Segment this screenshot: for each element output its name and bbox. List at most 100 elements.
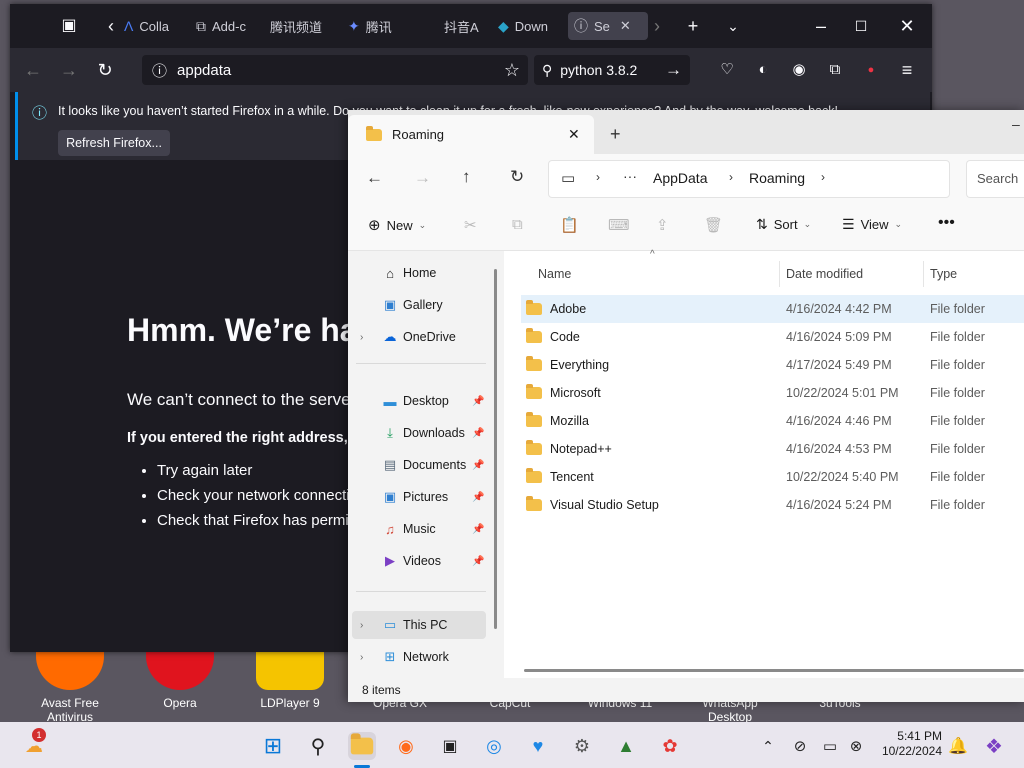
windows-start-icon[interactable]: ⊞ xyxy=(259,732,287,760)
tab-add-ons[interactable]: ⧉ Add-c xyxy=(196,12,256,40)
sidebar-item-onedrive[interactable]: › ☁ OneDrive xyxy=(348,323,498,351)
sidebar-item-downloads[interactable]: ⤓ Downloads 📌 xyxy=(348,419,498,447)
terminal-icon[interactable]: ▣ xyxy=(436,732,464,760)
delete-icon[interactable]: 🗑 xyxy=(704,216,723,234)
table-row[interactable]: Code 4/16/2024 5:09 PM File folder xyxy=(521,323,1024,351)
tab-scroll-right-icon[interactable]: › xyxy=(646,15,668,37)
sidebar-item-videos[interactable]: ▶ Videos 📌 xyxy=(348,547,498,575)
tab-scroll-left-icon[interactable]: ‹ xyxy=(100,15,122,37)
column-header-date[interactable]: Date modified xyxy=(786,267,863,281)
sidebar-scrollbar[interactable] xyxy=(494,269,497,629)
back-icon[interactable]: ← xyxy=(366,168,383,188)
table-row[interactable]: Everything 4/17/2024 5:49 PM File folder xyxy=(521,351,1024,379)
display-icon[interactable]: ▭ xyxy=(816,732,844,760)
cut-icon[interactable]: ✂ xyxy=(464,216,477,234)
table-row[interactable]: Notepad++ 4/16/2024 4:53 PM File folder xyxy=(521,435,1024,463)
reload-icon[interactable]: ↻ xyxy=(94,59,116,81)
forward-icon[interactable]: → xyxy=(58,59,80,81)
bell-icon[interactable]: 🔔 xyxy=(944,732,972,760)
rename-icon[interactable]: ⌨ xyxy=(608,216,630,234)
app-icon[interactable]: ▲ xyxy=(612,732,640,760)
tab-tencent-channel[interactable]: 腾讯频道 xyxy=(270,12,340,40)
chrome-icon[interactable]: ◎ xyxy=(480,732,508,760)
maximize-icon[interactable]: ☐ xyxy=(850,15,872,37)
search-bar[interactable]: ⚲ python 3.8.2 → xyxy=(534,55,690,85)
sidebar-item-music[interactable]: ♫ Music 📌 xyxy=(348,515,498,543)
tab-douyin[interactable]: 抖音A xyxy=(444,12,488,40)
copilot-icon[interactable]: ❖ xyxy=(980,732,1008,760)
horizontal-scrollbar[interactable] xyxy=(524,669,1024,672)
table-row[interactable]: Tencent 10/22/2024 5:40 PM File folder xyxy=(521,463,1024,491)
menu-icon[interactable]: ≡ xyxy=(896,59,918,81)
ublock-icon[interactable]: ● xyxy=(860,59,882,81)
volume-icon[interactable]: ⊗ xyxy=(842,732,870,760)
chevron-down-icon[interactable]: ⌄ xyxy=(722,15,744,37)
table-row[interactable]: Mozilla 4/16/2024 4:46 PM File folder xyxy=(521,407,1024,435)
new-tab-icon[interactable]: + xyxy=(682,15,704,37)
sidebar-item-home[interactable]: ⌂ Home xyxy=(348,259,498,287)
tab-download[interactable]: ◆ Down xyxy=(498,12,556,40)
minimize-icon[interactable]: – xyxy=(1012,116,1020,132)
sidebar-item-gallery[interactable]: ▣ Gallery xyxy=(348,291,498,319)
chevron-right-icon[interactable]: › xyxy=(360,620,363,631)
desktop-icon-avast[interactable]: Avast Free Antivirus xyxy=(20,640,120,724)
pocket-icon[interactable]: ♡ xyxy=(716,59,738,81)
forward-icon[interactable]: → xyxy=(414,168,431,188)
tab-colla[interactable]: Ʌ Colla xyxy=(124,12,172,40)
settings-icon[interactable]: ⚙ xyxy=(568,732,596,760)
health-app-icon[interactable]: ♥ xyxy=(524,732,552,760)
column-header-type[interactable]: Type xyxy=(930,267,957,281)
back-icon[interactable]: ← xyxy=(22,59,44,81)
extension-icon[interactable]: ◐ xyxy=(752,59,774,81)
breadcrumb-roaming[interactable]: Roaming xyxy=(749,170,805,186)
network-status-icon[interactable]: ⊘ xyxy=(786,732,814,760)
tab-active[interactable]: ⓘ Se ✕ xyxy=(568,12,648,40)
ellipsis-icon[interactable]: ··· xyxy=(623,168,637,184)
view-button[interactable]: ☰ View ⌄ xyxy=(842,216,902,233)
puzzle-icon[interactable]: ⧉ xyxy=(824,59,846,81)
share-icon[interactable]: ⇪ xyxy=(656,216,669,234)
sidebar-item-documents[interactable]: ▤ Documents 📌 xyxy=(348,451,498,479)
clock[interactable]: 5:41 PM 10/22/2024 xyxy=(876,729,942,759)
close-tab-icon[interactable]: ✕ xyxy=(568,126,580,143)
explorer-tab-roaming[interactable]: Roaming ✕ xyxy=(348,115,594,154)
breadcrumb[interactable]: ▭ › ··· AppData › Roaming › xyxy=(548,160,950,198)
close-window-icon[interactable]: ✕ xyxy=(896,15,918,37)
table-row[interactable]: Visual Studio Setup 4/16/2024 5:24 PM File… xyxy=(521,491,1024,519)
arrow-right-icon[interactable]: → xyxy=(665,60,682,80)
sort-button[interactable]: ⇅ Sort ⌄ xyxy=(756,216,811,233)
bookmark-star-icon[interactable]: ☆ xyxy=(504,60,520,81)
chevron-right-icon[interactable]: › xyxy=(360,332,363,343)
sidebar-item-desktop[interactable]: ▬ Desktop 📌 xyxy=(348,387,498,415)
copy-icon[interactable]: ⧉ xyxy=(512,216,523,233)
new-tab-icon[interactable]: + xyxy=(610,124,621,145)
paste-icon[interactable]: 📋 xyxy=(560,216,579,234)
tab-list-icon[interactable]: ▣ xyxy=(58,15,80,37)
column-header-name[interactable]: Name xyxy=(538,267,571,281)
colorful-app-icon[interactable]: ✿ xyxy=(656,732,684,760)
firefox-icon[interactable]: ◉ xyxy=(392,732,420,760)
refresh-firefox-button[interactable]: Refresh Firefox... xyxy=(58,130,170,156)
up-icon[interactable]: ↑ xyxy=(462,167,471,187)
more-options-icon[interactable]: ••• xyxy=(938,214,955,232)
account-icon[interactable]: ◉ xyxy=(788,59,810,81)
sidebar-item-this-pc[interactable]: › ▭ This PC xyxy=(352,611,486,639)
file-explorer-icon[interactable] xyxy=(348,732,376,760)
new-button[interactable]: ⊕ New ⌄ xyxy=(368,216,426,234)
table-row[interactable]: Adobe 4/16/2024 4:42 PM File folder xyxy=(521,295,1024,323)
minimize-icon[interactable]: – xyxy=(810,15,832,37)
search-icon[interactable]: ⚲ xyxy=(304,732,332,760)
column-divider[interactable] xyxy=(923,261,924,287)
tab-tencent[interactable]: ✦ 腾讯 xyxy=(348,12,404,40)
column-divider[interactable] xyxy=(779,261,780,287)
sidebar-item-network[interactable]: › ⊞ Network xyxy=(348,643,498,671)
chevron-right-icon[interactable]: › xyxy=(360,652,363,663)
chevron-up-icon[interactable]: ⌃ xyxy=(754,732,782,760)
close-tab-icon[interactable]: ✕ xyxy=(620,18,631,34)
url-bar[interactable]: ⓘ appdata ☆ xyxy=(142,55,528,85)
sidebar-item-pictures[interactable]: ▣ Pictures 📌 xyxy=(348,483,498,511)
search-input[interactable]: Search xyxy=(966,160,1024,198)
refresh-icon[interactable]: ↻ xyxy=(510,167,524,187)
breadcrumb-appdata[interactable]: AppData xyxy=(653,170,707,186)
table-row[interactable]: Microsoft 10/22/2024 5:01 PM File folder xyxy=(521,379,1024,407)
